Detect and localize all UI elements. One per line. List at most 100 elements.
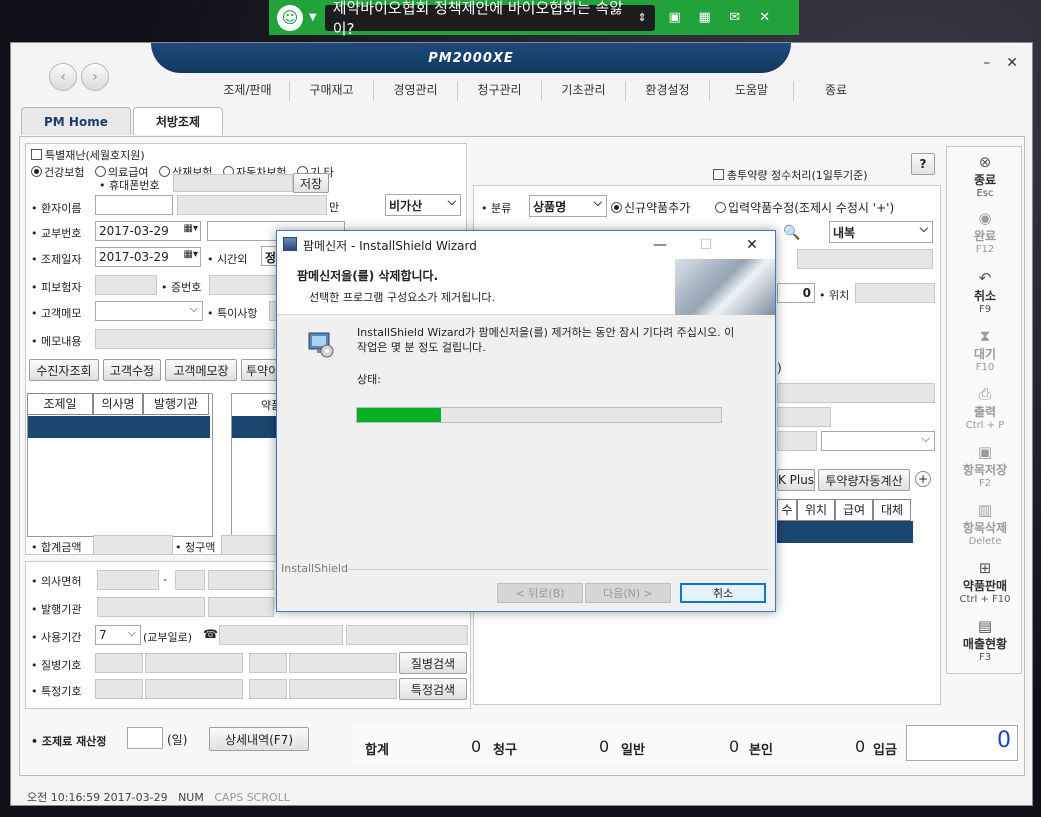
add-circle-icon[interactable]: + (915, 471, 931, 487)
cancel-button[interactable]: ↶ 취소 F9 (947, 269, 1023, 315)
edit-customer-button[interactable]: 고객수정 (103, 359, 161, 381)
drug-info-input-2[interactable] (777, 407, 831, 427)
issue-date-input[interactable]: 2017-03-29 ▦▾ (95, 221, 201, 241)
close-icon[interactable]: ✕ (729, 231, 775, 259)
doctor-name-input[interactable] (208, 570, 274, 590)
patient-name-input[interactable] (95, 195, 173, 215)
drug-grid-partial[interactable] (231, 393, 279, 537)
disease-name-input-2[interactable] (289, 653, 397, 673)
calendar-icon[interactable]: ▦ (695, 8, 715, 28)
menu-management[interactable]: 경영관리 (374, 81, 458, 101)
position-input[interactable] (855, 283, 935, 303)
patient-lookup-button[interactable]: 수진자조회 (29, 359, 99, 381)
print-button[interactable]: ⎙ 출력 Ctrl + P (947, 385, 1023, 431)
col-count[interactable]: 수 (777, 499, 797, 521)
minimize-icon[interactable]: – (983, 55, 990, 71)
minimize-icon[interactable]: — (637, 231, 683, 259)
help-button[interactable]: ? (911, 153, 935, 175)
delete-item-button[interactable]: ▥ 항목삭제 Delete (947, 501, 1023, 547)
radio-health[interactable]: 건강보험 (31, 166, 84, 179)
dosage-button[interactable]: 투약이 (241, 359, 277, 381)
paid-value[interactable]: 0 (906, 725, 1018, 761)
issuing-org-name-input[interactable] (208, 597, 274, 617)
menu-settings[interactable]: 환경설정 (626, 81, 710, 101)
drug-sale-button[interactable]: ⊞ 약품판매 Ctrl + F10 (947, 559, 1023, 605)
close-window-icon[interactable]: ✕ (1006, 55, 1018, 71)
magnifier-icon[interactable]: 🔍 (783, 225, 800, 241)
disease-code-input-2[interactable] (249, 653, 287, 673)
col-doctor[interactable]: 의사명 (93, 393, 143, 415)
recalc-days-input[interactable] (127, 727, 163, 749)
special-search-button[interactable]: 특정검색 (399, 678, 467, 700)
menu-exit[interactable]: 종료 (794, 81, 878, 101)
menu-purchase[interactable]: 구매재고 (290, 81, 374, 101)
special-name-input-2[interactable] (289, 679, 397, 699)
drug-info-select[interactable] (821, 431, 935, 451)
col-issuer[interactable]: 발행기관 (143, 393, 209, 415)
usage-period-select[interactable]: 7 (95, 625, 141, 645)
sales-status-button[interactable]: ▤ 매출현황 F3 (947, 617, 1023, 663)
address-input[interactable] (346, 625, 468, 645)
license-code-input[interactable] (175, 570, 205, 590)
drug-extra-input[interactable] (797, 249, 933, 269)
drug-info-input-1[interactable] (777, 383, 935, 403)
patient-id-input[interactable] (177, 195, 327, 215)
special-code-input-1[interactable] (95, 679, 143, 699)
menu-basics[interactable]: 기초관리 (542, 81, 626, 101)
chevron-down-icon[interactable]: ▼ (309, 12, 317, 23)
disease-code-input-1[interactable] (95, 653, 143, 673)
special-disaster-check[interactable]: 특별재난(세월호지원) (31, 147, 145, 163)
special-name-input-1[interactable] (145, 679, 243, 699)
insured-input[interactable] (95, 275, 157, 295)
radio-new-drug[interactable]: 신규약품추가 (611, 199, 690, 216)
disease-name-input-1[interactable] (145, 653, 243, 673)
disease-search-button[interactable]: 질병검색 (399, 652, 467, 674)
quantity-input[interactable]: 0 (777, 283, 815, 303)
wait-button[interactable]: ⧗ 대기 F10 (947, 327, 1023, 373)
back-nav-icon[interactable]: ‹ (49, 63, 77, 91)
exit-button[interactable]: ⊗ 종료 Esc (947, 153, 1023, 199)
detail-button[interactable]: 상세내역(F7) (209, 727, 309, 751)
total-dose-check[interactable]: 총투약량 정수처리(1일투기준) (713, 167, 868, 183)
special-code-input-2[interactable] (249, 679, 287, 699)
prep-date-input[interactable]: 2017-03-29 ▦▾ (95, 247, 201, 267)
close-icon[interactable]: ✕ (755, 8, 775, 28)
drug-selected-row[interactable] (232, 416, 279, 438)
updown-arrows-icon[interactable]: ⇕ (637, 11, 646, 24)
menu-dispense[interactable]: 조제/판매 (206, 81, 290, 101)
col-substitute[interactable]: 대체 (873, 499, 911, 521)
col-insurance[interactable]: 급여 (835, 499, 873, 521)
dialog-cancel-button[interactable]: 취소 (680, 583, 766, 603)
cert-no-input[interactable] (209, 275, 279, 295)
save-item-button[interactable]: ▣ 항목저장 F2 (947, 443, 1023, 489)
k-plus-button[interactable]: K Plus (777, 469, 815, 491)
memo-content-input[interactable] (95, 329, 275, 349)
history-selected-row[interactable] (28, 416, 210, 438)
mail-icon[interactable]: ✉ (725, 8, 745, 28)
dialog-titlebar[interactable]: 팜메신저 - InstallShield Wizard — ☐ ✕ (277, 231, 775, 259)
route-select[interactable]: 내복 (829, 221, 933, 243)
calendar-picker-icon[interactable]: ▦▾ (184, 249, 198, 260)
forward-nav-icon[interactable]: › (81, 63, 109, 91)
customer-memo-button[interactable]: 고객메모장 (165, 359, 237, 381)
issuing-org-input[interactable] (97, 597, 205, 617)
smiley-icon[interactable]: ☺ (277, 4, 303, 31)
auto-dose-button[interactable]: 투약량자동계산 (818, 469, 910, 491)
doctor-license-input[interactable] (97, 570, 159, 590)
billing-type-select[interactable]: 비가산 (385, 194, 461, 216)
customer-memo-select[interactable] (95, 301, 203, 321)
radio-edit-drug[interactable]: 입력약품수정(조제시 수정시 '+') (715, 199, 894, 216)
col-prep-date[interactable]: 조제일 (27, 393, 93, 415)
news-icon[interactable]: ▣ (665, 8, 685, 28)
back-button[interactable]: < 뒤로(B) (497, 583, 583, 603)
menu-billing[interactable]: 청구관리 (458, 81, 542, 101)
col-position[interactable]: 위치 (797, 499, 835, 521)
notification-message-box[interactable]: 제약바이오협회 정책제안에 바이오협회는 속앓이? ⇕ (324, 0, 655, 38)
phone-input[interactable] (219, 625, 343, 645)
menu-help[interactable]: 도움말 (710, 81, 794, 101)
calendar-picker-icon[interactable]: ▦▾ (184, 223, 198, 234)
drug-info-input-3[interactable] (777, 431, 817, 451)
next-button[interactable]: 다음(N) > (585, 583, 671, 603)
tab-prescription[interactable]: 처방조제 (132, 107, 224, 135)
complete-button[interactable]: ◉ 완료 F12 (947, 209, 1023, 255)
